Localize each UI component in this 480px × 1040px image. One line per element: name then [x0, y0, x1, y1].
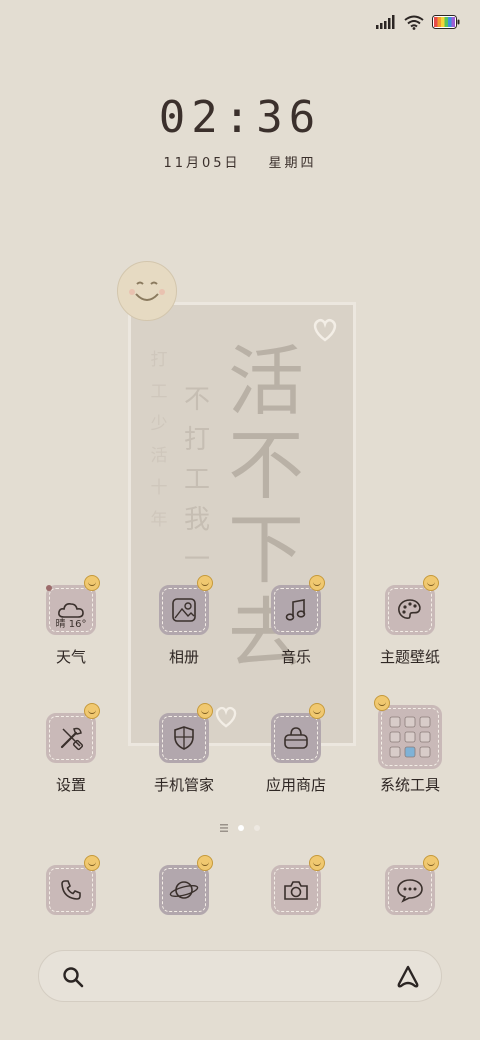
smiley-badge-icon — [197, 855, 213, 871]
smiley-badge-icon — [309, 855, 325, 871]
wallpaper-char: 工 — [183, 465, 210, 495]
smiley-sticker — [117, 261, 177, 321]
wallpaper-small-text: 打 工 少 活 十 年 — [148, 344, 170, 536]
app-label: 天气 — [55, 648, 86, 666]
smiley-badge-icon — [84, 575, 100, 591]
app-icon-tile[interactable] — [271, 855, 325, 915]
app-label: 设置 — [55, 776, 86, 794]
app-label: 手机管家 — [153, 776, 214, 794]
page-dot[interactable] — [254, 825, 260, 831]
message-bubble-icon — [397, 879, 423, 903]
battery-icon — [432, 15, 460, 29]
weather-temp: 晴 16° — [55, 619, 87, 630]
wallpaper-char: 不 — [183, 385, 210, 415]
smiley-badge-icon — [197, 575, 213, 591]
app-icon-tile[interactable] — [46, 855, 100, 915]
wallpaper-char: 打 — [150, 350, 168, 370]
smiley-badge-icon — [84, 703, 100, 719]
app-icon-tile[interactable] — [385, 575, 439, 635]
app-weather[interactable]: 晴 16° 天气 — [16, 575, 126, 667]
smiley-badge-icon — [309, 575, 325, 591]
app-label: 相册 — [168, 648, 199, 666]
clock-date: 11月05日 — [163, 156, 241, 171]
app-system-tools[interactable]: 系统工具 — [355, 695, 465, 795]
app-settings[interactable]: 设置 — [16, 703, 126, 795]
gallery-icon — [172, 598, 196, 622]
wallpaper-char: 工 — [150, 382, 168, 402]
wallpaper-char: 活 — [228, 337, 304, 426]
page-indicator[interactable] — [0, 824, 480, 832]
browser-planet-icon — [169, 881, 199, 899]
status-bar — [376, 12, 460, 32]
app-icon-tile[interactable] — [159, 575, 213, 635]
search-icon[interactable] — [61, 965, 85, 989]
app-label: 主题壁纸 — [379, 648, 440, 666]
search-bar[interactable] — [38, 950, 442, 1002]
folder-tile[interactable] — [374, 695, 442, 769]
app-icon-tile[interactable] — [271, 703, 325, 763]
wallpaper-char: 活 — [150, 446, 168, 466]
app-icon-tile[interactable] — [46, 703, 100, 763]
palette-icon — [398, 599, 421, 619]
folder-grid-icon — [389, 716, 431, 758]
smiley-face-icon — [129, 281, 165, 301]
clock-time[interactable]: 02:36 — [0, 92, 480, 143]
heart-doodle-icon — [313, 318, 337, 342]
smiley-badge-icon — [84, 855, 100, 871]
page-dot-active[interactable] — [238, 825, 244, 831]
app-store[interactable]: 应用商店 — [241, 703, 351, 795]
app-music[interactable]: 音乐 — [241, 575, 351, 667]
app-label: 音乐 — [280, 648, 311, 666]
shopping-bag-icon — [284, 727, 308, 749]
wallpaper-char: 少 — [150, 414, 168, 434]
phone-icon — [61, 880, 81, 900]
wallpaper-char: 年 — [150, 510, 168, 530]
wifi-icon — [404, 15, 424, 30]
dock-app-phone[interactable] — [16, 855, 126, 915]
wallpaper-char: 一 — [183, 545, 210, 575]
smiley-badge-icon — [423, 575, 439, 591]
camera-icon — [284, 881, 308, 900]
dock-app-browser[interactable] — [129, 855, 239, 915]
app-phone-manager[interactable]: 手机管家 — [129, 703, 239, 795]
sparkle-dot — [46, 585, 52, 591]
app-icon-tile[interactable] — [271, 575, 325, 635]
dock-app-messages[interactable] — [355, 855, 465, 915]
app-themes[interactable]: 主题壁纸 — [355, 575, 465, 667]
wallpaper-char: 十 — [150, 478, 168, 498]
shield-icon — [174, 726, 194, 750]
app-gallery[interactable]: 相册 — [129, 575, 239, 667]
wallpaper-char: 打 — [183, 425, 210, 455]
wallpaper-char: 不 — [228, 421, 304, 510]
clock-weekday: 星期四 — [268, 156, 317, 171]
signal-bars-icon — [376, 15, 395, 29]
smiley-badge-icon — [309, 703, 325, 719]
smiley-badge-icon — [197, 703, 213, 719]
settings-tools-icon — [60, 727, 84, 751]
music-note-icon — [285, 599, 306, 621]
app-icon-tile[interactable] — [159, 855, 213, 915]
app-icon-tile[interactable] — [385, 855, 439, 915]
wallpaper-mid-text: 不 打 工 我 一 — [182, 380, 212, 580]
app-label: 应用商店 — [265, 776, 326, 794]
app-icon-tile[interactable] — [159, 703, 213, 763]
wallpaper-char: 我 — [183, 505, 210, 535]
assistant-a-icon[interactable] — [395, 964, 421, 990]
dock-app-camera[interactable] — [241, 855, 351, 915]
smiley-badge-icon — [423, 855, 439, 871]
app-icon-tile[interactable]: 晴 16° — [46, 575, 100, 635]
smiley-badge-icon — [374, 695, 390, 711]
pages-menu-icon[interactable] — [220, 824, 228, 832]
wallpaper-char: 下 — [228, 505, 304, 594]
app-label: 系统工具 — [379, 776, 440, 794]
clock-date-row: 11月05日 星期四 — [0, 152, 480, 171]
